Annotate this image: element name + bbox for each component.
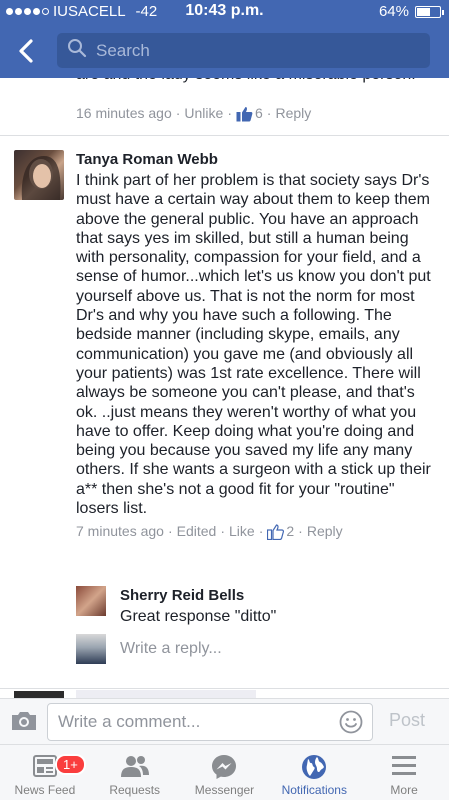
tab-notifications[interactable]: Notifications [269,745,359,800]
comment-like-count: 2 [286,523,295,540]
tab-more[interactable]: More [359,745,449,800]
tab-news-feed[interactable]: 1+ News Feed [0,745,90,800]
tab-label: More [390,783,418,797]
edited-label[interactable]: Edited [177,523,217,539]
comment-thread: are and the lady seems like a miserable … [0,78,449,698]
friends-icon [120,756,149,777]
thumbs-up-icon [267,524,285,540]
reply-avatar[interactable] [76,586,106,616]
reply-text: Great response "ditto" [120,608,277,625]
post-button[interactable]: Post [389,710,425,731]
emoji-icon[interactable] [339,710,363,734]
news-feed-icon [32,755,57,777]
comment-time: 7 minutes ago [76,523,164,540]
tab-messenger[interactable]: Messenger [180,745,270,800]
back-arrow-icon[interactable] [14,38,40,64]
notification-badge: 1+ [55,754,86,775]
tab-label: Requests [109,783,161,797]
menu-icon [392,756,417,775]
previous-comment-text: are and the lady seems like a miserable … [76,78,436,86]
comment: Tanya Roman Webb I think part of her pro… [76,150,436,540]
next-comment-avatar [14,691,64,698]
write-reply-input[interactable]: Write a reply... [120,640,222,658]
header-bar: IUSACELL -42 10:43 p.m. 64% Search [0,0,449,78]
comment-composer: Write a comment... Post [0,698,449,744]
my-avatar [76,634,106,664]
previous-comment-meta: 16 minutes ago · Unlike · 6 · Reply [76,105,312,121]
like-link[interactable]: Like [229,523,255,539]
reply-author[interactable]: Sherry Reid Bells [120,587,244,604]
tab-label: News Feed [14,783,76,797]
comment-text: I think part of her problem is that soci… [76,172,431,518]
avatar[interactable] [14,150,64,200]
comment-input[interactable]: Write a comment... [47,703,373,741]
messenger-icon [212,755,237,779]
previous-comment-time: 16 minutes ago [76,105,172,121]
comment-author[interactable]: Tanya Roman Webb [76,150,436,169]
unlike-link[interactable]: Unlike [184,105,223,121]
next-comment-author [76,690,256,698]
thumbs-up-filled-icon [236,106,253,121]
status-bar: IUSACELL -42 10:43 p.m. 64% [0,0,449,24]
tab-requests[interactable]: Requests [90,745,180,800]
divider [0,135,449,136]
tab-bar: 1+ News Feed Requests Messenger Notifica… [0,744,449,800]
tab-label: Messenger [194,783,255,797]
battery-icon [415,5,444,18]
tab-label: Notifications [281,783,347,797]
battery-percent: 64% [378,3,409,20]
search-input[interactable]: Search [57,33,430,68]
camera-icon[interactable] [10,710,38,732]
search-icon [67,38,87,63]
comment-input-placeholder: Write a comment... [58,712,201,731]
previous-comment-like-count: 6 [254,105,263,121]
previous-comment-reply-link[interactable]: Reply [275,105,311,121]
comment-meta: 7 minutes ago · Edited · Like · 2 · Repl… [76,523,343,540]
comment-reply-link[interactable]: Reply [307,523,343,539]
globe-icon [302,755,327,779]
divider [0,688,449,689]
search-placeholder: Search [96,40,150,60]
